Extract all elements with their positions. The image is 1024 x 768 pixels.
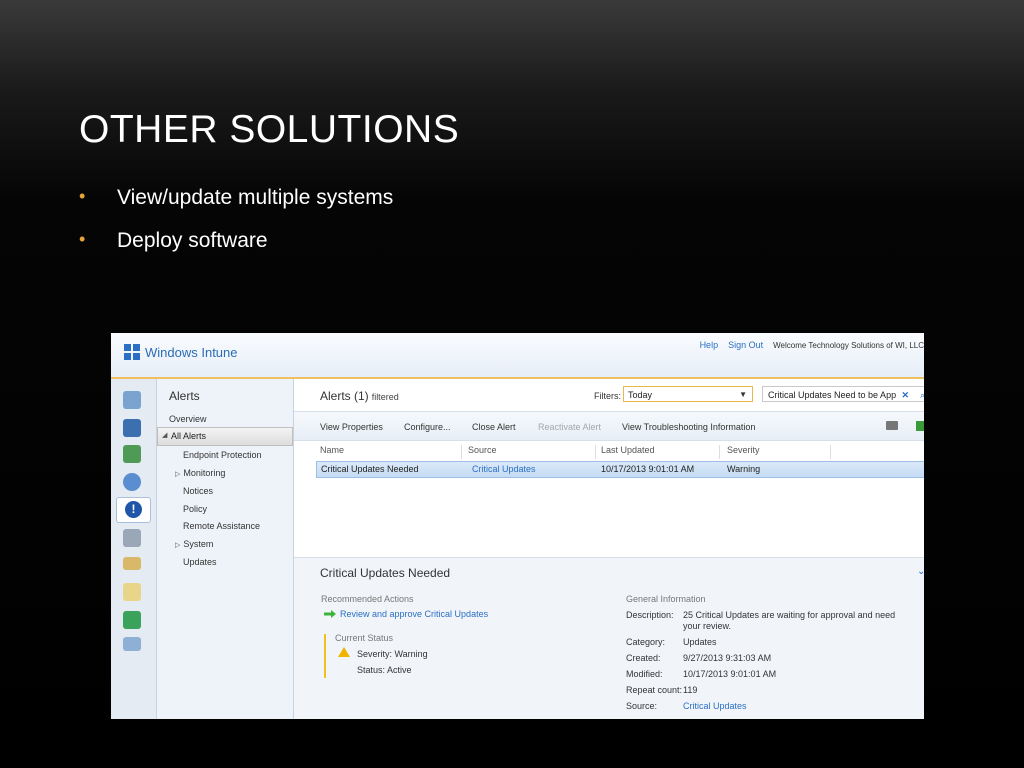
policy-icon[interactable]	[123, 529, 141, 547]
status-text: Status: Active	[357, 665, 412, 675]
nav-item-system[interactable]: ▷ System	[175, 539, 213, 549]
bullet-dot-icon: •	[79, 229, 86, 249]
alert-details-pane: Critical Updates Needed ⌄ Recommended Ac…	[294, 557, 924, 719]
alert-icon[interactable]: !	[116, 497, 151, 523]
expand-right-icon[interactable]: ▷	[175, 542, 180, 549]
status-indicator-bar	[324, 634, 326, 678]
chevron-down-icon[interactable]: ⌄	[917, 566, 924, 577]
view-properties-button[interactable]: View Properties	[320, 422, 383, 432]
row-name: Critical Updates Needed	[321, 464, 419, 474]
desktop-icon[interactable]	[123, 391, 141, 409]
search-icon[interactable]: ⌕	[920, 387, 924, 401]
current-status-label: Current Status	[335, 633, 394, 643]
alerts-grid-header: Name Source Last Updated Severity	[320, 445, 924, 459]
view-troubleshooting-button[interactable]: View Troubleshooting Information	[622, 422, 755, 432]
modified-key: Modified:	[626, 669, 663, 679]
workspace-icon-bar: !	[111, 379, 157, 719]
table-row[interactable]: Critical Updates Needed Critical Updates…	[316, 461, 924, 478]
expand-right-icon[interactable]: ▷	[175, 471, 180, 478]
description-value: 25 Critical Updates are waiting for appr…	[683, 610, 896, 631]
nav-item-remote-assistance[interactable]: Remote Assistance	[183, 521, 260, 531]
nav-item-policy[interactable]: Policy	[183, 504, 207, 514]
intune-screenshot: Windows Intune Help Sign Out Welcome Tec…	[111, 333, 924, 719]
filters-label: Filters:	[594, 391, 621, 401]
windows-logo-icon	[124, 344, 140, 360]
admin-icon[interactable]	[123, 611, 141, 629]
alerts-heading: Alerts (1) filtered	[320, 389, 399, 403]
nav-item-updates[interactable]: Updates	[183, 557, 217, 567]
repeat-count-key: Repeat count:	[626, 685, 683, 695]
filter-dropdown[interactable]: Today ▼	[623, 386, 753, 402]
signout-link[interactable]: Sign Out	[728, 340, 763, 350]
source-key: Source:	[626, 701, 658, 711]
recommended-action-link[interactable]: Review and approve Critical Updates	[340, 609, 488, 619]
alerts-toolbar: View Properties Configure... Close Alert…	[294, 411, 924, 441]
category-value: Updates	[683, 637, 717, 647]
bullet-item: • Deploy software	[79, 229, 268, 252]
bullet-item: • View/update multiple systems	[79, 186, 394, 209]
report-icon[interactable]	[123, 583, 141, 601]
description-key: Description:	[626, 610, 674, 620]
slide-title: OTHER SOLUTIONS	[79, 108, 460, 151]
nav-item-all-alerts-selected[interactable]: ◢ All Alerts	[157, 427, 293, 446]
configure-button[interactable]: Configure...	[404, 422, 451, 432]
export-icon[interactable]	[916, 421, 924, 431]
search-input[interactable]: Critical Updates Need to be App ✕ ⌕	[762, 386, 924, 402]
row-last-updated: 10/17/2013 9:01:01 AM	[601, 464, 695, 474]
app-header: Windows Intune Help Sign Out Welcome Tec…	[111, 333, 924, 379]
nav-item-notices[interactable]: Notices	[183, 486, 213, 496]
update-icon[interactable]	[123, 419, 141, 437]
close-alert-button[interactable]: Close Alert	[472, 422, 516, 432]
app-name: Windows Intune	[145, 344, 238, 360]
nav-item-endpoint-protection[interactable]: Endpoint Protection	[183, 450, 262, 460]
source-link[interactable]: Critical Updates	[683, 701, 747, 711]
column-header-severity[interactable]: Severity	[727, 445, 831, 459]
software-icon[interactable]	[123, 445, 141, 463]
recommended-actions-label: Recommended Actions	[321, 594, 414, 604]
modified-value: 10/17/2013 9:01:01 AM	[683, 669, 777, 679]
clear-search-icon[interactable]: ✕	[901, 387, 909, 401]
license-icon[interactable]	[123, 557, 141, 570]
nav-heading: Alerts	[169, 389, 200, 403]
row-severity: Warning	[727, 464, 761, 474]
reactivate-alert-button[interactable]: Reactivate Alert	[538, 422, 601, 432]
category-key: Category:	[626, 637, 666, 647]
warning-icon	[338, 647, 350, 657]
expand-down-icon: ◢	[162, 432, 168, 439]
alerts-navigation: Alerts Overview ◢ All Alerts Endpoint Pr…	[157, 379, 294, 719]
shield-icon[interactable]	[123, 473, 141, 491]
row-source-link[interactable]: Critical Updates	[472, 464, 536, 474]
alerts-main-panel: Alerts (1) filtered Filters: Today ▼ Crit…	[294, 379, 924, 719]
column-header-name[interactable]: Name	[320, 445, 462, 459]
repeat-count-value: 119	[683, 685, 698, 695]
filter-dropdown-icon[interactable]: ▼	[739, 387, 747, 403]
created-value: 9/27/2013 9:31:03 AM	[683, 653, 772, 663]
help-link[interactable]: Help	[700, 340, 719, 350]
severity-text: Severity: Warning	[357, 649, 428, 659]
welcome-text: Welcome Technology Solutions of WI, LLC	[773, 340, 924, 350]
nav-item-monitoring[interactable]: ▷ Monitoring	[175, 468, 225, 478]
column-header-last-updated[interactable]: Last Updated	[601, 445, 720, 459]
created-key: Created:	[626, 653, 661, 663]
slide-bullets: • View/update multiple systems • Deploy so…	[79, 186, 393, 272]
print-icon[interactable]	[886, 421, 898, 430]
green-arrow-icon	[324, 610, 336, 618]
settings-icon[interactable]	[123, 637, 141, 651]
header-links: Help Sign Out Welcome Technology Solutio…	[700, 340, 924, 350]
column-header-source[interactable]: Source	[468, 445, 596, 459]
nav-item-overview[interactable]: Overview	[169, 414, 207, 424]
general-information-label: General Information	[626, 594, 706, 604]
bullet-dot-icon: •	[79, 186, 86, 206]
details-title: Critical Updates Needed	[320, 566, 451, 580]
app-logo: Windows Intune	[124, 344, 238, 360]
